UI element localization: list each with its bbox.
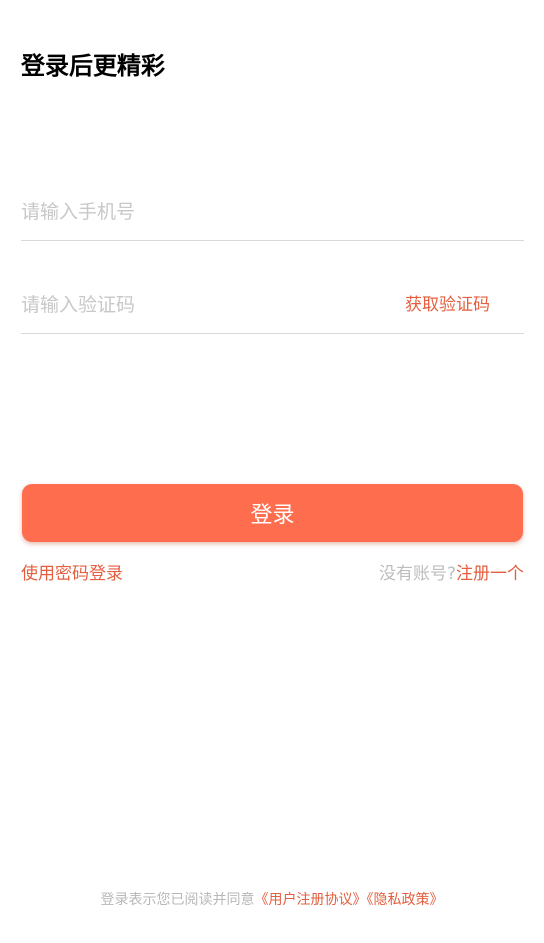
page-title: 登录后更精彩 [21,52,165,80]
no-account-text: 没有账号? [378,564,456,584]
agreement-notice: 登录表示您已阅读并同意《用户注册协议》《隐私政策》 [0,889,544,911]
register-group: 没有账号?注册一个 [379,562,524,586]
phone-field [21,180,524,241]
agreement-text: 登录表示您已阅读并同意 [100,892,255,908]
code-input[interactable] [21,289,381,321]
code-field: 获取验证码 [21,273,524,334]
password-login-link[interactable]: 使用密码登录 [21,562,123,586]
user-agreement-link[interactable]: 《用户注册协议》 [255,892,367,908]
privacy-policy-link[interactable]: 《隐私政策》 [367,892,444,908]
phone-input[interactable] [21,196,381,228]
get-code-button[interactable]: 获取验证码 [405,293,490,317]
register-link[interactable]: 注册一个 [456,564,524,584]
links-row: 使用密码登录 没有账号?注册一个 [21,562,524,586]
login-button[interactable]: 登录 [22,484,523,542]
